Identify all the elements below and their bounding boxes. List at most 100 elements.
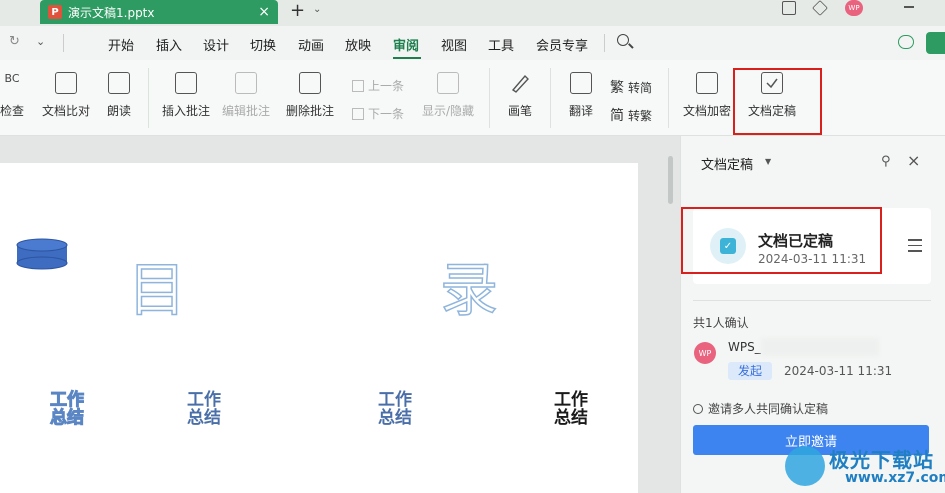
prev-comment-button[interactable]: 上一条 xyxy=(352,77,404,94)
simplified-char-icon: 简 xyxy=(610,108,624,124)
to-simplified-label: 转繁 xyxy=(628,108,653,123)
menu-animation[interactable]: 动画 xyxy=(298,35,324,54)
insert-comment-icon xyxy=(175,72,197,94)
close-icon[interactable]: × xyxy=(907,151,920,170)
avatar[interactable]: WP xyxy=(845,0,863,16)
work-summary-item[interactable]: 工作 总结 xyxy=(373,391,417,427)
to-traditional-button[interactable]: 繁转简 xyxy=(610,77,652,97)
heading-right[interactable]: 录 xyxy=(439,243,499,327)
heading-left[interactable]: 目 xyxy=(127,243,187,327)
cylinder-shape[interactable] xyxy=(16,238,68,270)
divider xyxy=(63,34,64,52)
edit-comment-button[interactable]: 编辑批注 xyxy=(220,60,272,119)
add-tab-icon[interactable]: + xyxy=(290,0,305,21)
work-summary-item[interactable]: 工作 总结 xyxy=(45,390,89,428)
divider xyxy=(550,68,551,128)
next-icon xyxy=(352,107,364,120)
menu-transition[interactable]: 切换 xyxy=(250,35,276,54)
insert-comment-label: 插入批注 xyxy=(161,104,210,118)
translate-label: 翻译 xyxy=(568,104,593,118)
divider xyxy=(148,68,149,128)
work-item-line2: 总结 xyxy=(50,408,85,428)
pin-icon[interactable]: ⚲ xyxy=(881,154,891,169)
slide[interactable]: 目 录 工作 总结 工作 总结 工作 总结 工作 总结 xyxy=(0,163,638,493)
cloud-icon[interactable] xyxy=(898,35,914,49)
work-item-line1: 工作 xyxy=(187,390,221,410)
minimize-icon[interactable] xyxy=(904,6,914,8)
status-badge: 发起 xyxy=(728,362,773,380)
tab-bar: P 演示文稿1.pptx × + ⌄ WP xyxy=(0,0,945,26)
show-hide-button[interactable]: 显示/隐藏 xyxy=(420,60,476,119)
translate-button[interactable]: 翻译 xyxy=(567,60,595,119)
spell-check-button[interactable]: BC 检查 xyxy=(0,60,32,119)
search-icon[interactable] xyxy=(617,34,629,46)
panel-title[interactable]: 文档定稿 xyxy=(701,154,753,173)
compare-icon xyxy=(55,72,77,94)
chevron-down-icon[interactable]: ▼ xyxy=(765,157,771,166)
redo-icon[interactable]: ↻ xyxy=(9,34,20,49)
user-time: 2024-03-11 11:31 xyxy=(784,364,893,378)
insert-comment-button[interactable]: 插入批注 xyxy=(160,60,212,119)
spell-check-label: 检查 xyxy=(0,104,24,118)
confirm-count: 共1人确认 xyxy=(693,316,749,330)
encrypt-icon xyxy=(696,72,718,94)
menu-bar: ↻ ⌄ 开始 插入 设计 切换 动画 放映 审阅 视图 工具 会员专享 xyxy=(0,26,945,60)
window-restore-icon[interactable] xyxy=(782,1,796,15)
doc-encrypt-label: 文档加密 xyxy=(682,104,731,118)
spell-check-icon: BC xyxy=(4,72,20,85)
menu-home[interactable]: 开始 xyxy=(108,35,134,54)
menu-review[interactable]: 审阅 xyxy=(393,35,419,54)
share-button[interactable] xyxy=(926,32,945,54)
work-item-line1: 工作 xyxy=(378,390,412,410)
menu-icon[interactable] xyxy=(908,239,922,256)
pen-button[interactable]: 画笔 xyxy=(506,60,534,119)
prev-icon xyxy=(352,79,364,92)
cube-icon[interactable] xyxy=(812,0,828,16)
work-item-line1: 工作 xyxy=(554,390,588,410)
edit-comment-label: 编辑批注 xyxy=(221,104,270,118)
menu-view[interactable]: 视图 xyxy=(441,35,467,54)
user-name: WPS_ xyxy=(728,340,761,354)
menu-slideshow[interactable]: 放映 xyxy=(345,35,371,54)
doc-encrypt-button[interactable]: 文档加密 xyxy=(680,60,734,119)
work-item-line2: 总结 xyxy=(554,408,588,428)
show-hide-label: 显示/隐藏 xyxy=(421,104,475,118)
close-icon[interactable]: × xyxy=(258,4,270,20)
work-item-line2: 总结 xyxy=(378,408,412,428)
to-simplified-button[interactable]: 简转繁 xyxy=(610,105,652,125)
site-logo-icon xyxy=(785,446,825,486)
delete-comment-button[interactable]: 删除批注 xyxy=(280,60,340,119)
delete-comment-icon xyxy=(299,72,321,94)
chevron-down-icon[interactable]: ⌄ xyxy=(36,35,45,48)
work-item-line2: 总结 xyxy=(187,408,221,428)
divider xyxy=(668,68,669,128)
to-traditional-label: 转简 xyxy=(628,80,653,95)
bulb-icon xyxy=(693,403,703,414)
prev-label: 上一条 xyxy=(368,79,405,93)
pen-icon xyxy=(509,72,531,94)
translate-icon xyxy=(570,72,592,94)
show-hide-icon xyxy=(437,72,459,94)
divider xyxy=(693,300,931,301)
menu-member[interactable]: 会员专享 xyxy=(536,35,588,54)
doc-compare-button[interactable]: 文档比对 xyxy=(40,60,92,119)
read-aloud-label: 朗读 xyxy=(106,104,131,118)
chevron-down-icon[interactable]: ⌄ xyxy=(313,4,321,15)
highlight-box-status xyxy=(681,207,882,274)
next-comment-button[interactable]: 下一条 xyxy=(352,105,404,122)
avatar: WP xyxy=(694,342,716,364)
read-aloud-button[interactable]: 朗读 xyxy=(104,60,134,119)
file-tab[interactable]: P 演示文稿1.pptx × xyxy=(40,0,278,24)
menu-insert[interactable]: 插入 xyxy=(156,35,182,54)
vertical-scrollbar[interactable] xyxy=(668,156,673,204)
work-summary-item[interactable]: 工作 总结 xyxy=(182,391,226,427)
traditional-char-icon: 繁 xyxy=(610,80,624,96)
menu-tools[interactable]: 工具 xyxy=(488,35,514,54)
work-summary-item[interactable]: 工作 总结 xyxy=(549,391,593,427)
menu-design[interactable]: 设计 xyxy=(203,35,229,54)
work-item-line1: 工作 xyxy=(50,390,85,410)
invite-tip-text: 邀请多人共同确认定稿 xyxy=(708,402,829,416)
divider xyxy=(489,68,490,128)
highlight-box-finalize xyxy=(733,68,822,135)
read-aloud-icon xyxy=(108,72,130,94)
